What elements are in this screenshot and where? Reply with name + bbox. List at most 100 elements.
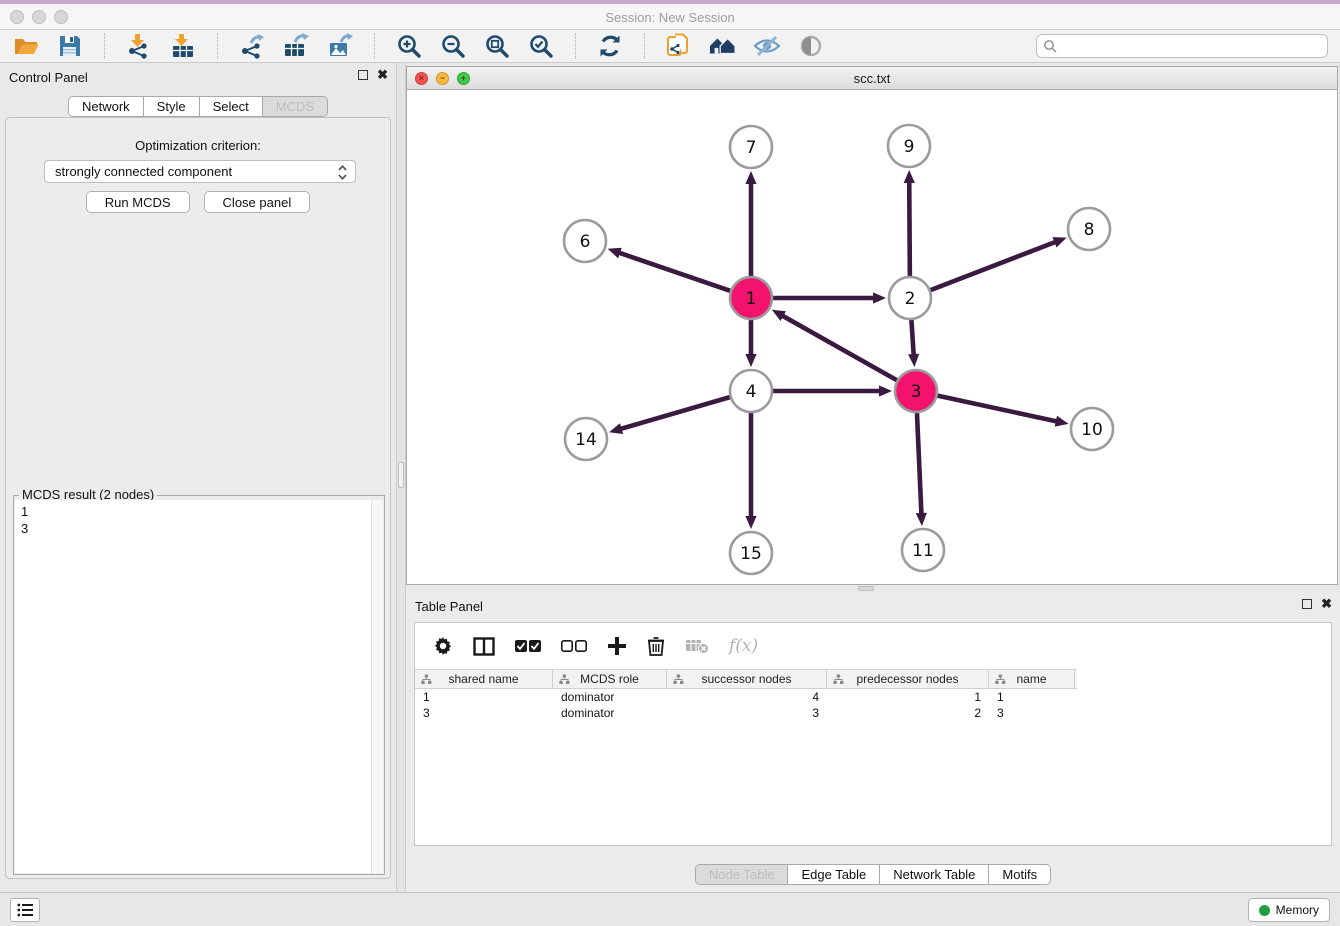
node-table: shared nameMCDS rolesuccessor nodesprede… [415, 669, 1077, 721]
gear-icon[interactable] [433, 636, 453, 656]
table-toolbar: f(x) [415, 623, 1331, 669]
graph-node-label: 11 [912, 541, 934, 561]
graph-edge[interactable] [917, 413, 921, 515]
close-panel-icon[interactable]: ✖ [377, 70, 388, 80]
column-header-successor-nodes[interactable]: successor nodes [667, 670, 827, 688]
export-image-icon[interactable] [326, 32, 354, 60]
horizontal-splitter-handle[interactable] [858, 586, 874, 591]
tab-node-table[interactable]: Node Table [696, 865, 788, 884]
zoom-fit-icon[interactable] [483, 32, 511, 60]
zoom-out-icon[interactable] [439, 32, 467, 60]
horizontal-splitter[interactable] [406, 585, 1340, 592]
columns-icon[interactable] [473, 637, 495, 656]
tab-network[interactable]: Network [69, 97, 143, 116]
graph-node-label: 6 [580, 232, 591, 252]
table-row[interactable]: 1dominator411 [415, 689, 1077, 705]
control-panel-tabs: NetworkStyleSelectMCDS [68, 96, 328, 117]
table-cell: dominator [553, 689, 667, 705]
control-panel-title: Control Panel [9, 70, 88, 85]
graph-edge[interactable] [781, 315, 896, 380]
tab-network-table[interactable]: Network Table [879, 865, 988, 884]
optimization-criterion-label: Optimization criterion: [6, 138, 390, 153]
close-panel-button[interactable]: Close panel [204, 191, 311, 213]
open-icon[interactable] [12, 32, 40, 60]
home-icon[interactable] [709, 32, 737, 60]
mcds-result-values: 1 3 [15, 500, 383, 540]
hide-eye-icon[interactable] [753, 32, 781, 60]
toolbar-separator [374, 33, 375, 59]
graph-node-label: 15 [740, 544, 762, 564]
tab-mcds[interactable]: MCDS [262, 97, 327, 116]
float-table-panel-icon[interactable] [1302, 599, 1312, 609]
graph-edge-arrow [608, 248, 622, 259]
select-all-icon[interactable] [515, 639, 541, 653]
table-cell: 1 [989, 689, 1075, 705]
tab-motifs[interactable]: Motifs [988, 865, 1050, 884]
graph-edge[interactable] [911, 320, 913, 356]
graph-edge-arrow [1052, 237, 1066, 247]
close-table-panel-icon[interactable]: ✖ [1321, 599, 1332, 609]
graph-edge[interactable] [618, 252, 730, 290]
graph-edge[interactable] [620, 397, 730, 429]
tab-edge-table[interactable]: Edge Table [787, 865, 879, 884]
column-header-MCDS-role[interactable]: MCDS role [553, 670, 667, 688]
mcds-result-group: MCDS result (2 nodes) 1 3 [13, 495, 385, 875]
graph-node-label: 8 [1084, 220, 1095, 240]
status-bar: Memory [0, 892, 1340, 926]
memory-label: Memory [1276, 903, 1319, 917]
table-cell: 1 [827, 689, 989, 705]
add-column-icon[interactable] [607, 636, 627, 656]
memory-button[interactable]: Memory [1248, 898, 1330, 922]
search-input[interactable] [1058, 36, 1321, 56]
dropdown-spinner-icon [337, 164, 348, 184]
mcds-result-textarea[interactable]: 1 3 [15, 500, 383, 873]
tab-select[interactable]: Select [199, 97, 262, 116]
vertical-splitter[interactable] [396, 63, 406, 892]
session-title: Session: New Session [0, 10, 1340, 25]
column-header-name[interactable]: name [989, 670, 1075, 688]
table-panel-tabs: Node TableEdge TableNetwork TableMotifs [695, 864, 1051, 885]
save-icon[interactable] [56, 32, 84, 60]
result-scrollbar[interactable] [371, 500, 383, 873]
network-window-titlebar[interactable]: × − + scc.txt [407, 67, 1337, 90]
import-network-icon[interactable] [125, 32, 153, 60]
column-header-predecessor-nodes[interactable]: predecessor nodes [827, 670, 989, 688]
network-view-window: × − + scc.txt 1234678910111415 [406, 66, 1338, 585]
network-canvas[interactable]: 1234678910111415 [407, 90, 1337, 584]
graph-edge-arrow [916, 513, 927, 526]
table-row[interactable]: 3dominator323 [415, 705, 1077, 721]
table-cell: 4 [667, 689, 827, 705]
toolbar-separator [644, 33, 645, 59]
zoom-selected-icon[interactable] [527, 32, 555, 60]
export-network-icon[interactable] [238, 32, 266, 60]
delete-icon[interactable] [647, 636, 665, 656]
column-header-shared-name[interactable]: shared name [415, 670, 553, 688]
network-title: scc.txt [407, 71, 1337, 86]
graph-edge[interactable] [931, 242, 1057, 290]
graph-edge-arrow [908, 354, 919, 367]
function-builder-icon: f(x) [729, 636, 758, 656]
import-table-icon[interactable] [169, 32, 197, 60]
graph-edge[interactable] [938, 396, 1058, 422]
criterion-dropdown[interactable]: strongly connected component [44, 160, 356, 183]
main-toolbar [0, 30, 1340, 63]
float-panel-icon[interactable] [358, 70, 368, 80]
graph-edge-arrow [745, 354, 756, 367]
vertical-splitter-handle[interactable] [398, 462, 404, 488]
graph-node-label: 2 [905, 289, 916, 309]
network-file-icon[interactable] [665, 32, 693, 60]
zoom-in-icon[interactable] [395, 32, 423, 60]
table-cell: 3 [415, 705, 553, 721]
deselect-all-icon[interactable] [561, 639, 587, 653]
task-history-button[interactable] [10, 898, 40, 922]
node-table-container: f(x) shared nameMCDS rolesuccessor nodes… [414, 622, 1332, 846]
graph-edge[interactable] [909, 181, 910, 276]
tab-style[interactable]: Style [143, 97, 199, 116]
run-mcds-button[interactable]: Run MCDS [86, 191, 190, 213]
graph-edge-arrow [609, 423, 623, 434]
export-table-icon[interactable] [282, 32, 310, 60]
search-field[interactable] [1036, 34, 1328, 58]
search-icon [1043, 39, 1058, 54]
table-panel-title: Table Panel [415, 599, 483, 614]
refresh-icon[interactable] [596, 32, 624, 60]
